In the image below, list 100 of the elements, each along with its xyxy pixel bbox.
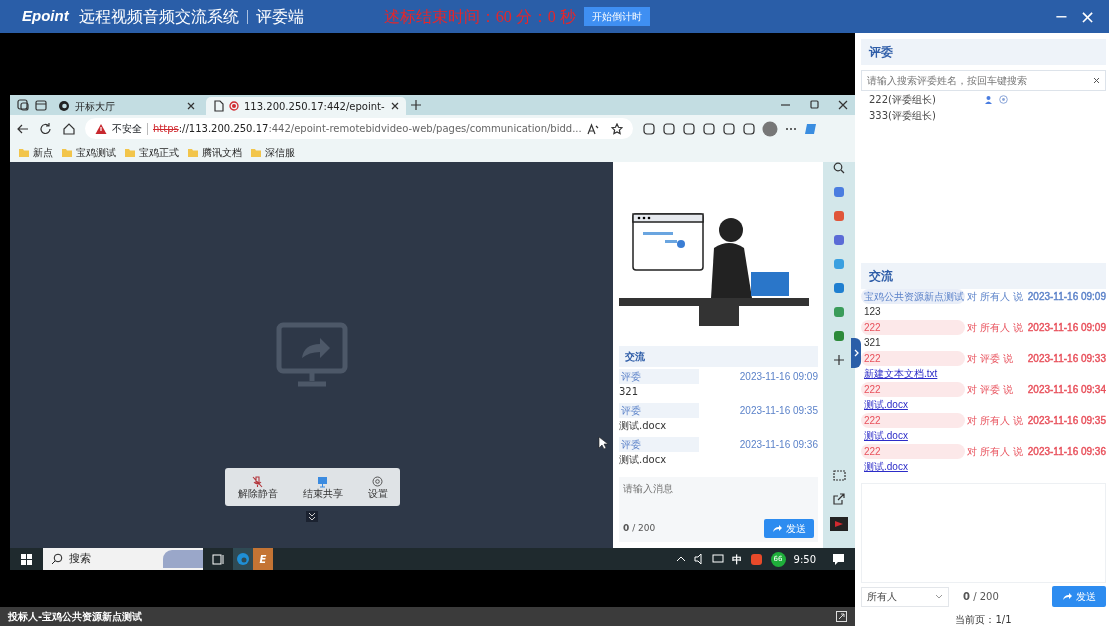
caret-icon: [935, 594, 943, 599]
settings-icon: [372, 475, 383, 488]
recipient-select[interactable]: 所有人: [861, 586, 949, 607]
minimize-button[interactable]: −: [1048, 3, 1074, 30]
message-text: 123: [863, 305, 882, 319]
countdown-text: 述标结束时间：60 分：0 秒: [383, 6, 576, 27]
clock: 9:50: [793, 552, 816, 567]
stop-share-icon: [317, 475, 328, 488]
taskbar-search[interactable]: 搜索: [43, 548, 203, 570]
app-tray-icon[interactable]: [749, 552, 763, 566]
search-icon: [51, 553, 63, 565]
add-icon[interactable]: [833, 354, 845, 366]
app-taskbar-button[interactable]: E: [253, 548, 273, 570]
tab-title: 开标大厅: [75, 99, 116, 114]
folder-icon: [61, 146, 73, 158]
url-path: :442/epoint-remotebidvideo-web/pages/communication/bidd...: [268, 122, 582, 136]
unmute-button[interactable]: 解除静音: [237, 475, 278, 499]
sender-name: 评委: [619, 437, 699, 452]
message-time: 2023-11-16 09:36: [1027, 445, 1106, 459]
bookmark-item[interactable]: 宝鸡正式: [124, 144, 179, 160]
app-icon[interactable]: [833, 210, 845, 222]
message-time: 2023-11-16 09:09: [1027, 290, 1106, 304]
profile-avatar-icon[interactable]: [761, 120, 778, 137]
url-scheme: https: [153, 122, 179, 136]
message-text: 321: [619, 385, 640, 399]
address-bar[interactable]: 不安全 https://113.200.250.17:442/epoint-remotebidvideo-web/pages/communication/bidd...: [85, 118, 633, 139]
bookmark-item[interactable]: 腾讯文档: [187, 144, 242, 160]
judge-name: 222(评委组长): [869, 92, 937, 107]
maximize-icon[interactable]: [809, 100, 820, 110]
collapse-chevron-icon[interactable]: [306, 511, 318, 522]
recipient-text: 对 所有人 说: [967, 445, 1024, 459]
message-time: 2023-11-16 09:09: [1027, 321, 1106, 335]
message-time: 2023-11-16 09:33: [1027, 352, 1106, 366]
bookmark-item[interactable]: 深信服: [250, 144, 295, 160]
file-link[interactable]: 新建文本文档.txt: [861, 366, 938, 382]
speaker-icon[interactable]: [693, 553, 704, 565]
star-icon[interactable]: [610, 122, 623, 135]
refresh-icon[interactable]: [39, 121, 53, 136]
file-link[interactable]: 测试.docx: [861, 459, 908, 475]
workspaces-icon[interactable]: [16, 98, 30, 112]
close-icon[interactable]: [186, 101, 196, 111]
message-text: 测试.docx: [619, 453, 668, 467]
warning-icon: [95, 122, 107, 135]
message-input[interactable]: 请输入消息: [619, 477, 818, 519]
chevron-right-icon: [852, 348, 860, 358]
task-view-icon[interactable]: [211, 552, 225, 566]
network-icon[interactable]: [711, 553, 724, 565]
app-icon[interactable]: [833, 234, 845, 246]
app-subtitle: 评委端: [255, 5, 304, 28]
logo: Epoint: [22, 6, 69, 27]
character-counter: 0 / 200: [623, 521, 656, 535]
sender-name: 222: [861, 320, 965, 335]
user-icon[interactable]: [984, 94, 993, 104]
stop-share-button[interactable]: 结束共享: [302, 475, 343, 499]
share-arrow-icon: [772, 524, 783, 533]
app-icon[interactable]: [833, 282, 845, 294]
sender-name: 评委: [619, 403, 699, 418]
close-button[interactable]: ×: [1073, 3, 1101, 30]
expand-icon[interactable]: [836, 611, 847, 622]
chevron-up-icon[interactable]: [675, 554, 686, 564]
message-time: 2023-11-16 09:35: [1027, 414, 1106, 428]
search-icon[interactable]: [833, 162, 845, 174]
app-icon[interactable]: [833, 330, 845, 342]
judge-search-field[interactable]: 请输入搜索评委姓名，按回车键搜索: [861, 70, 1106, 91]
tab-actions-icon[interactable]: [34, 98, 48, 112]
recipient-text: 对 所有人 说: [967, 414, 1024, 428]
panel-header: 交流: [861, 263, 1106, 289]
notification-icon[interactable]: [832, 552, 845, 566]
external-link-icon[interactable]: [833, 493, 845, 505]
read-aloud-icon[interactable]: [586, 122, 599, 135]
file-link[interactable]: 测试.docx: [861, 397, 908, 413]
app-icon[interactable]: [833, 306, 845, 318]
bookmark-item[interactable]: 宝鸡测试: [61, 144, 116, 160]
participant-label: 投标人-宝鸡公共资源新点测试: [8, 610, 143, 624]
browser-tab[interactable]: 开标大厅: [52, 97, 202, 115]
message-time: 2023-11-16 09:34: [1027, 383, 1106, 397]
bookmark-item[interactable]: 新点: [18, 144, 53, 160]
browser-tab[interactable]: 113.200.250.17:442/epoint-: [206, 97, 406, 115]
windows-logo-icon[interactable]: [20, 552, 33, 566]
security-label: 不安全: [112, 122, 142, 136]
screen-share-icon: [275, 322, 348, 388]
file-link[interactable]: 测试.docx: [861, 428, 908, 444]
home-icon[interactable]: [62, 121, 76, 136]
character-counter: 0 / 200: [963, 590, 999, 604]
panel-header: 评委: [861, 39, 1106, 65]
collapse-tab[interactable]: [851, 338, 861, 368]
sender-name: 222: [861, 351, 965, 366]
new-tab-icon[interactable]: [409, 99, 422, 111]
settings-button[interactable]: 设置: [367, 475, 388, 499]
screenshot-icon[interactable]: [832, 470, 846, 481]
recipient-text: 对 所有人 说: [967, 290, 1024, 304]
close-icon[interactable]: [838, 100, 849, 110]
close-icon[interactable]: [389, 101, 400, 111]
clear-icon[interactable]: [1093, 77, 1100, 84]
tab-title: 113.200.250.17:442/epoint-: [244, 99, 385, 114]
sender-name: 222: [861, 444, 965, 459]
input-method-indicator[interactable]: 中: [731, 551, 742, 567]
app-icon[interactable]: [833, 186, 845, 198]
folder-icon: [187, 146, 199, 158]
message-time: 2023-11-16 09:36: [739, 438, 818, 452]
